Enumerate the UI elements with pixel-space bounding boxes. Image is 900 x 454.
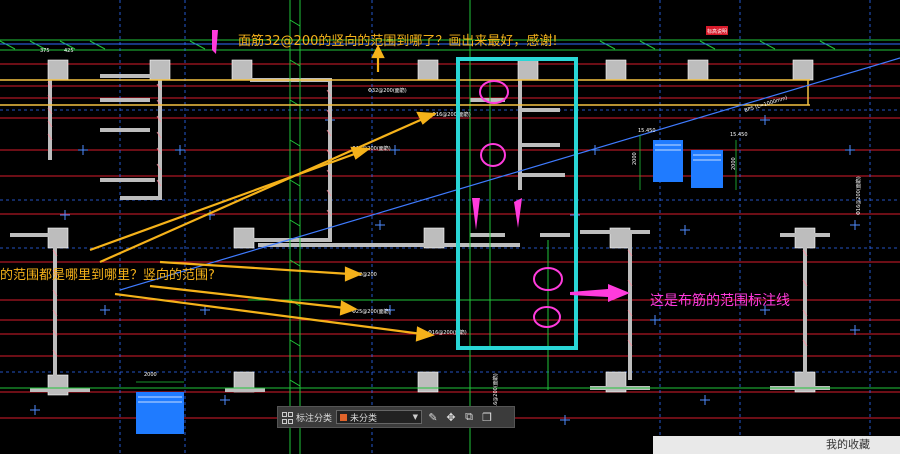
chevron-down-icon[interactable]: ▼ xyxy=(413,413,418,421)
category-value: 未分类 xyxy=(350,413,378,424)
duplicate-icon[interactable]: ❐ xyxy=(480,410,494,424)
copy-icon[interactable]: ⧉ xyxy=(462,410,476,424)
cad-drawing-canvas[interactable]: Φ32@200(面筋) Φ16@200(面筋) Φ16@200(面筋) Φ32@… xyxy=(0,0,900,454)
rebar-label-top: Φ32@200(面筋) xyxy=(368,87,407,94)
question-top-text: 面筋32@200的竖向的范围到哪了？画出来最好，感谢! xyxy=(238,34,558,49)
walls xyxy=(10,74,830,392)
dim-375: 375 xyxy=(40,48,50,54)
diagonal-line xyxy=(119,57,900,291)
edit-icon[interactable]: ✎ xyxy=(426,410,440,424)
red-tag-label: 标高说明 xyxy=(707,28,727,35)
annotation-toolbar: 标注分类 未分类 ▼ ✎ ✥ ⧉ ❐ xyxy=(277,406,515,428)
grid-icon[interactable] xyxy=(282,412,293,424)
dim-2000-a: 2000 xyxy=(144,372,157,378)
category-swatch xyxy=(340,413,348,421)
dim-425: 425 xyxy=(64,48,74,54)
category-select[interactable]: 未分类 ▼ xyxy=(336,410,423,424)
question-left-text: 的范围都是哪里到哪里？竖向的范围? xyxy=(0,268,215,283)
rebar-label-left2: Φ25@200(面筋) xyxy=(352,308,391,315)
rebar-label-mid1: Φ16@200(面筋) xyxy=(432,111,471,118)
dim-15450-b: 15.450 xyxy=(730,132,748,138)
dim-15450-a: 15.450 xyxy=(638,128,656,134)
toolbar-label: 标注分类 xyxy=(296,413,333,424)
move-icon[interactable]: ✥ xyxy=(444,410,458,424)
favorites-button[interactable]: 我的收藏 xyxy=(653,436,900,454)
green-strip xyxy=(0,0,900,454)
range-arrow xyxy=(570,284,630,302)
rebar-label-right-vert: Φ16@200(面筋) xyxy=(855,176,862,215)
dim-2000-b: 2000 xyxy=(632,152,638,165)
blue-grid-lines xyxy=(0,0,900,454)
range-note-text: 这是布筋的范围标注线 xyxy=(650,293,790,309)
